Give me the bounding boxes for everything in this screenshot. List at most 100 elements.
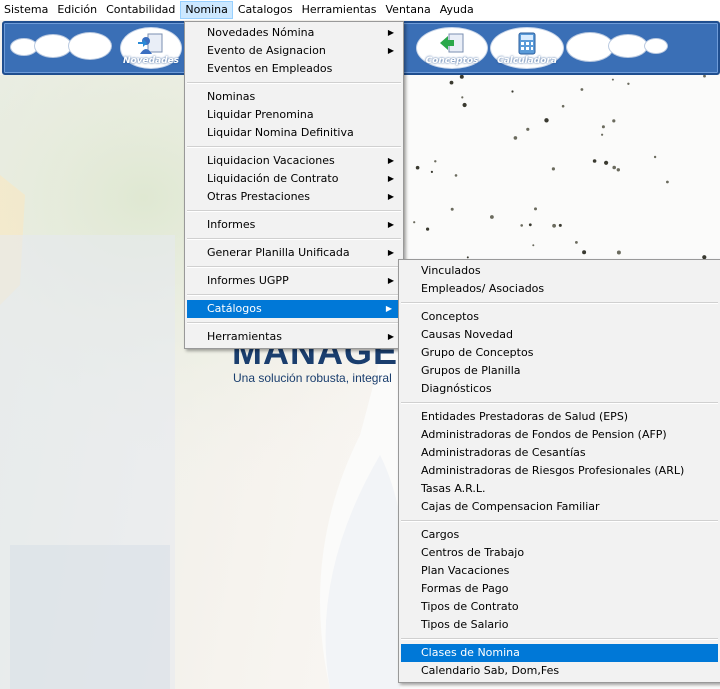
calculadora-button[interactable]: Calculadora [490,27,564,69]
submenu-item-cesantias[interactable]: Administradoras de Cesantías [399,444,720,462]
menu-item-generar-planilla[interactable]: Generar Planilla Unificada ▶ [185,244,403,262]
toolbar-decor-pill [68,32,112,60]
menu-item-label: Administradoras de Riesgos Profesionales… [421,464,685,477]
submenu-item-formas-pago[interactable]: Formas de Pago [399,580,720,598]
submenu-item-tipos-salario[interactable]: Tipos de Salario [399,616,720,634]
submenu-item-grupos-planilla[interactable]: Grupos de Planilla [399,362,720,380]
menu-item-label: Liquidar Nomina Definitiva [207,126,354,139]
menu-separator [187,82,401,84]
menu-separator [187,238,401,240]
submenu-arrow-icon: ▶ [387,156,394,165]
menu-item-informes-ugpp[interactable]: Informes UGPP ▶ [185,272,403,290]
menu-item-label: Formas de Pago [421,582,509,595]
menu-item-label: Clases de Nomina [421,646,520,659]
menu-item-liquidar-prenomina[interactable]: Liquidar Prenomina [185,106,403,124]
menu-nomina[interactable]: Nomina [180,1,233,19]
menu-item-label: Diagnósticos [421,382,492,395]
conceptos-icon [440,33,464,53]
calculator-icon [518,32,536,55]
menu-sistema[interactable]: Sistema [0,1,52,19]
menu-catalogos[interactable]: Catalogos [234,1,297,19]
menu-item-label: Novedades Nómina [207,26,315,39]
submenu-arrow-icon: ▶ [387,276,394,285]
submenu-item-centros-trabajo[interactable]: Centros de Trabajo [399,544,720,562]
menu-item-label: Liquidacion Vacaciones [207,154,335,167]
submenu-item-arl[interactable]: Administradoras de Riesgos Profesionales… [399,462,720,480]
menu-item-label: Herramientas [207,330,282,343]
catalogos-submenu: Vinculados Empleados/ Asociados Concepto… [398,259,720,683]
toolbar-decor-pill [34,34,72,58]
submenu-item-calendario[interactable]: Calendario Sab, Dom,Fes [399,662,720,680]
menu-item-label: Plan Vacaciones [421,564,510,577]
submenu-arrow-icon: ▶ [387,174,394,183]
menu-item-label: Evento de Asignacion [207,44,326,57]
menu-herramientas[interactable]: Herramientas [298,1,381,19]
submenu-item-grupo-conceptos[interactable]: Grupo de Conceptos [399,344,720,362]
submenu-arrow-icon: ▶ [387,220,394,229]
menu-item-label: Calendario Sab, Dom,Fes [421,664,560,677]
submenu-arrow-icon: ▶ [387,46,394,55]
submenu-item-afp[interactable]: Administradoras de Fondos de Pension (AF… [399,426,720,444]
submenu-arrow-icon: ▶ [387,28,394,37]
menu-item-nominas[interactable]: Nominas [185,88,403,106]
menu-item-herramientas[interactable]: Herramientas ▶ [185,328,403,346]
menu-item-eventos-empleados[interactable]: Eventos en Empleados [185,60,403,78]
menu-item-label: Grupos de Planilla [421,364,521,377]
menu-item-label: Liquidar Prenomina [207,108,314,121]
submenu-item-plan-vacaciones[interactable]: Plan Vacaciones [399,562,720,580]
submenu-item-empleados-asociados[interactable]: Empleados/ Asociados [399,280,720,298]
menu-item-liquidacion-vacaciones[interactable]: Liquidacion Vacaciones ▶ [185,152,403,170]
menu-item-label: Vinculados [421,264,481,277]
menu-item-catalogos[interactable]: Catálogos ▶ [187,300,401,318]
toolbar-decor-pill [566,32,614,62]
submenu-item-eps[interactable]: Entidades Prestadoras de Salud (EPS) [399,408,720,426]
menu-item-liquidacion-contrato[interactable]: Liquidación de Contrato ▶ [185,170,403,188]
submenu-item-diagnosticos[interactable]: Diagnósticos [399,380,720,398]
submenu-item-cargos[interactable]: Cargos [399,526,720,544]
menu-separator [401,302,718,304]
submenu-item-cajas-compensacion[interactable]: Cajas de Compensacion Familiar [399,498,720,516]
menu-separator [187,322,401,324]
menu-item-otras-prestaciones[interactable]: Otras Prestaciones ▶ [185,188,403,206]
menu-separator [187,294,401,296]
calculadora-label: Calculadora [497,56,557,66]
submenu-arrow-icon: ▶ [387,192,394,201]
submenu-item-conceptos[interactable]: Conceptos [399,308,720,326]
menu-item-label: Empleados/ Asociados [421,282,545,295]
menu-item-label: Administradoras de Fondos de Pension (AF… [421,428,667,441]
menu-item-evento-asignacion[interactable]: Evento de Asignacion ▶ [185,42,403,60]
menu-item-label: Tipos de Salario [421,618,509,631]
menu-ventana[interactable]: Ventana [382,1,435,19]
submenu-arrow-icon: ▶ [387,248,394,257]
menu-item-label: Entidades Prestadoras de Salud (EPS) [421,410,629,423]
menu-item-informes[interactable]: Informes ▶ [185,216,403,234]
menu-item-novedades-nomina[interactable]: Novedades Nómina ▶ [185,24,403,42]
submenu-item-clases-nomina[interactable]: Clases de Nomina [401,644,718,662]
menu-item-label: Grupo de Conceptos [421,346,534,359]
submenu-item-causas-novedad[interactable]: Causas Novedad [399,326,720,344]
conceptos-label: Conceptos [425,56,479,66]
menu-contabilidad[interactable]: Contabilidad [102,1,179,19]
menu-separator [187,146,401,148]
conceptos-button[interactable]: Conceptos [416,27,488,69]
menu-item-label: Otras Prestaciones [207,190,311,203]
submenu-item-tipos-contrato[interactable]: Tipos de Contrato [399,598,720,616]
menu-item-label: Tipos de Contrato [421,600,519,613]
menu-edicion[interactable]: Edición [53,1,101,19]
menu-item-label: Informes [207,218,256,231]
novedades-button[interactable]: Novedades [120,27,182,69]
brand-tagline: Una solución robusta, integral [233,371,392,385]
menu-item-label: Administradoras de Cesantías [421,446,586,459]
menu-item-label: Nominas [207,90,256,103]
menu-separator [401,520,718,522]
menu-separator [401,638,718,640]
menubar: Sistema Edición Contabilidad Nomina Cata… [0,0,720,20]
submenu-item-tasas-arl[interactable]: Tasas A.R.L. [399,480,720,498]
submenu-item-vinculados[interactable]: Vinculados [399,262,720,280]
submenu-arrow-icon: ▶ [385,304,392,313]
menu-ayuda[interactable]: Ayuda [436,1,478,19]
menu-item-liquidar-nomina-definitiva[interactable]: Liquidar Nomina Definitiva [185,124,403,142]
menu-item-label: Causas Novedad [421,328,514,341]
menu-item-label: Informes UGPP [207,274,289,287]
menu-item-label: Catálogos [207,302,262,315]
